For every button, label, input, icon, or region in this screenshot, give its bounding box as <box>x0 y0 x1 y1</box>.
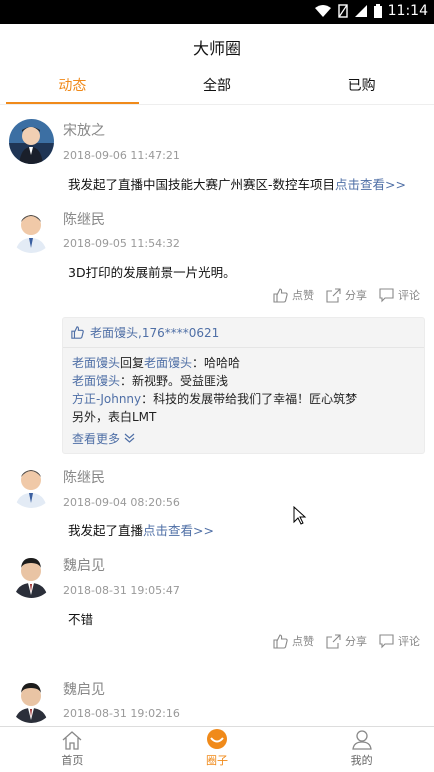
nav-home[interactable]: 首页 <box>0 727 145 772</box>
like-label: 点赞 <box>292 289 314 302</box>
bottom-nav: 首页 圈子 我的 <box>0 726 434 772</box>
nav-home-label: 首页 <box>61 754 84 767</box>
battery-icon <box>373 4 382 18</box>
comment-list: 老面馒头回复老面馒头：哈哈哈 老面馒头：新视野。受益匪浅 方正-Johnny：科… <box>63 348 424 426</box>
post-time: 2018-09-04 08:20:56 <box>63 496 180 509</box>
share-icon <box>326 287 341 303</box>
comment-label: 评论 <box>398 289 420 302</box>
feed-list[interactable]: 宋放之 2018-09-06 11:47:21 我发起了直播中国技能大赛广州赛区… <box>0 106 434 726</box>
avatar[interactable] <box>9 678 54 723</box>
chevron-down-icon <box>124 433 135 443</box>
profile-icon <box>351 730 372 750</box>
comment-button[interactable]: 评论 <box>379 633 420 649</box>
thumbs-up-icon <box>273 287 288 303</box>
post-author[interactable]: 陈继民 <box>63 467 105 487</box>
reply-verb: 回复 <box>120 356 145 370</box>
avatar[interactable] <box>9 463 54 508</box>
see-more-button[interactable]: 查看更多 <box>63 426 424 453</box>
likers-list[interactable]: 老面馒头,176****0621 <box>90 324 219 341</box>
comment-author[interactable]: 老面馒头 <box>72 356 120 370</box>
tab-bar: 动态 全部 已购 <box>0 70 434 104</box>
tab-updates[interactable]: 动态 <box>0 70 145 104</box>
share-icon <box>326 633 341 649</box>
post-text: 我发起了直播 <box>68 523 144 538</box>
post-content: 我发起了直播中国技能大赛广州赛区-数控车项目点击查看>> <box>68 174 406 193</box>
avatar[interactable] <box>9 119 54 164</box>
thumbs-up-icon <box>71 326 84 339</box>
post-time: 2018-08-31 19:02:16 <box>63 707 180 720</box>
comment-icon <box>379 287 394 302</box>
wifi-icon <box>314 5 331 17</box>
post-content: 我发起了直播点击查看>> <box>68 520 214 539</box>
nav-circle-label: 圈子 <box>206 754 228 767</box>
comment-author[interactable]: 方正-Johnny <box>72 392 141 406</box>
thumbs-up-icon <box>273 633 288 649</box>
share-button[interactable]: 分享 <box>326 633 367 649</box>
comment-label: 评论 <box>398 635 420 648</box>
post-content: 3D打印的发展前景一片光明。 <box>68 265 236 280</box>
post-author[interactable]: 魏启见 <box>63 679 105 699</box>
post-actions: 点赞 分享 评论 <box>273 633 420 649</box>
avatar[interactable] <box>9 553 54 598</box>
tab-all[interactable]: 全部 <box>145 70 290 104</box>
see-more-label: 查看更多 <box>72 432 121 446</box>
likes-row: 老面馒头,176****0621 <box>63 318 424 348</box>
comment-panel: 老面馒头,176****0621 老面馒头回复老面馒头：哈哈哈 老面馒头：新视野… <box>62 317 425 454</box>
share-button[interactable]: 分享 <box>326 287 367 303</box>
post-author[interactable]: 魏启见 <box>63 555 105 575</box>
comment-text: ：科技的发展带给我们了幸福！匠心筑梦 <box>141 392 358 406</box>
signal-icon <box>354 5 367 17</box>
page-title: 大师圈 <box>192 39 241 58</box>
comment-text: ：新视野。受益匪浅 <box>120 374 229 388</box>
post-content: 不错 <box>68 612 94 627</box>
post-time: 2018-09-05 11:54:32 <box>63 237 180 250</box>
comment-icon <box>379 633 394 648</box>
comment-reply-to[interactable]: 老面馒头 <box>144 356 192 370</box>
comment-item: 另外，表白LMT <box>72 408 415 426</box>
comment-text: 另外，表白LMT <box>72 410 157 424</box>
view-link[interactable]: 点击查看>> <box>143 523 214 538</box>
post-author[interactable]: 宋放之 <box>63 120 105 140</box>
post-author[interactable]: 陈继民 <box>63 209 105 229</box>
comment-item[interactable]: 老面馒头：新视野。受益匪浅 <box>72 372 415 390</box>
like-label: 点赞 <box>292 635 314 648</box>
status-time: 11:14 <box>387 3 428 19</box>
post-time: 2018-08-31 19:05:47 <box>63 584 180 597</box>
comment-button[interactable]: 评论 <box>379 287 420 303</box>
comment-author[interactable]: 老面馒头 <box>72 374 120 388</box>
nav-profile[interactable]: 我的 <box>289 727 434 772</box>
no-sim-icon <box>337 4 348 18</box>
nav-profile-label: 我的 <box>350 754 373 767</box>
like-button[interactable]: 点赞 <box>273 633 314 649</box>
post-time: 2018-09-06 11:47:21 <box>63 149 180 162</box>
divider <box>0 104 434 105</box>
post-text: 我发起了直播中国技能大赛广州赛区-数控车项目 <box>68 177 336 192</box>
post-actions: 点赞 分享 评论 <box>273 287 420 303</box>
comment-item[interactable]: 老面馒头回复老面馒头：哈哈哈 <box>72 354 415 372</box>
share-label: 分享 <box>345 289 367 302</box>
mouse-cursor-icon <box>293 506 307 525</box>
share-label: 分享 <box>345 635 367 648</box>
nav-circle[interactable]: 圈子 <box>145 727 290 772</box>
view-link[interactable]: 点击查看>> <box>335 177 406 192</box>
like-button[interactable]: 点赞 <box>273 287 314 303</box>
circle-icon <box>207 729 227 749</box>
home-icon <box>62 731 82 750</box>
avatar[interactable] <box>9 208 54 253</box>
comment-item[interactable]: 方正-Johnny：科技的发展带给我们了幸福！匠心筑梦 <box>72 390 415 408</box>
comment-text: ：哈哈哈 <box>192 356 241 370</box>
status-bar: 11:14 <box>0 0 434 24</box>
tab-purchased[interactable]: 已购 <box>289 70 434 104</box>
